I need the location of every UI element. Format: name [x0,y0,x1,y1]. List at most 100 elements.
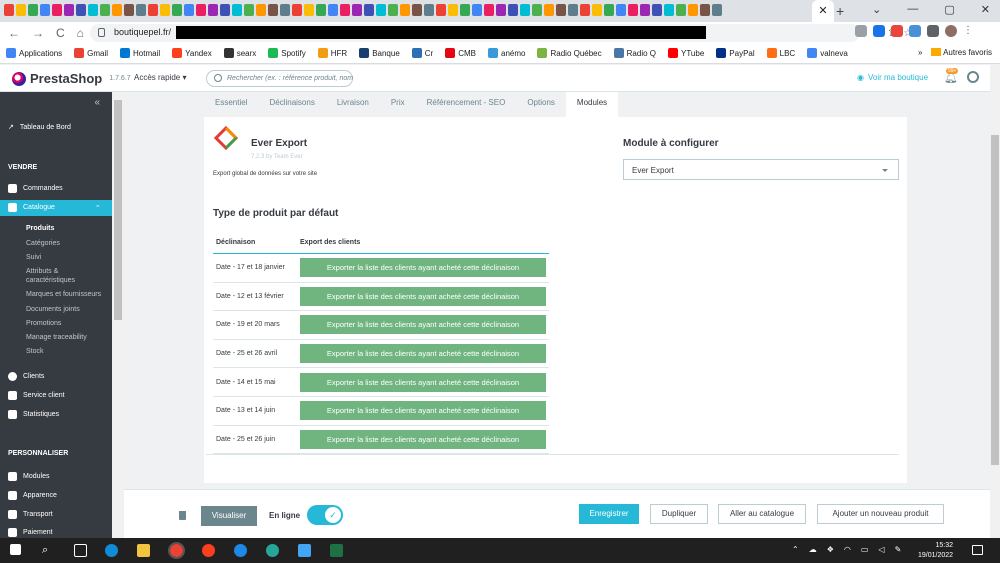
export-customers-button[interactable]: Exporter la liste des clients ayant ache… [300,401,546,421]
tab-favicon-icon[interactable] [208,4,218,16]
export-customers-button[interactable]: Exporter la liste des clients ayant ache… [300,315,546,335]
tab-favicon-icon[interactable] [16,4,26,16]
save-button[interactable]: Enregistrer [579,504,639,524]
tab-favicon-icon[interactable] [652,4,662,16]
user-icon[interactable] [967,71,979,83]
tab-modules[interactable]: Modules [565,92,619,117]
close-window-button[interactable]: ✕ [981,3,990,16]
battery-icon[interactable]: ▭ [861,545,869,554]
tab-favicon-icon[interactable] [232,4,242,16]
tab-favicon-icon[interactable] [196,4,206,16]
tab-favicon-icon[interactable] [712,4,722,16]
sidebar-item-transport[interactable]: Transport [8,510,53,519]
bookmark-item[interactable]: Radio Q [613,48,656,58]
quick-access-dropdown[interactable]: Accès rapide ▾ [134,73,186,82]
sidebar-sub-products[interactable]: Produits [26,225,54,232]
trash-icon[interactable] [179,511,186,520]
url-field[interactable]: boutiquepel.fr/ ⚷ ⌕ ⇪ ☆ [90,24,912,42]
tab-favicon-icon[interactable] [448,4,458,16]
tab-favicon-icon[interactable] [496,4,506,16]
tab-favicon-icon[interactable] [76,4,86,16]
tab-favicon-icon[interactable] [400,4,410,16]
sidebar-item-payment[interactable]: Paiement [8,528,53,537]
tab-favicon-icon[interactable] [304,4,314,16]
tab-favicon-icon[interactable] [616,4,626,16]
chevron-up-icon[interactable]: ⌃ [792,545,799,554]
tab-favicon-icon[interactable] [292,4,302,16]
windows-start-icon[interactable] [10,544,21,555]
extension-icon[interactable] [909,25,921,37]
bookmark-item[interactable]: Radio Québec [537,48,602,58]
yandex-icon[interactable] [202,544,215,557]
export-customers-button[interactable]: Exporter la liste des clients ayant ache… [300,344,546,364]
tab-pricing[interactable]: Prix [380,92,416,117]
page-scrollbar[interactable] [990,65,1000,538]
export-customers-button[interactable]: Exporter la liste des clients ayant ache… [300,286,546,306]
dropbox-icon[interactable]: ❖ [827,545,834,554]
tab-shipping[interactable]: Livraison [326,92,380,117]
extension-icon[interactable] [891,25,903,37]
tab-favicon-icon[interactable] [268,4,278,16]
tab-favicon-icon[interactable] [148,4,158,16]
bookmark-item[interactable]: Hotmail [120,48,160,58]
maximize-button[interactable]: ▢ [944,3,954,16]
volume-icon[interactable]: ◁ [878,545,884,554]
reload-icon[interactable]: C [56,26,65,40]
tab-favicon-icon[interactable] [628,4,638,16]
excel-icon[interactable] [330,544,343,557]
tab-favicon-icon[interactable] [556,4,566,16]
app-icon[interactable] [266,544,279,557]
sidebar-sub-features[interactable]: caractéristiques [26,277,75,284]
sidebar-item-dashboard[interactable]: ↗ Tableau de Bord [8,123,71,132]
tab-favicon-icon[interactable] [160,4,170,16]
tab-favicon-icon[interactable] [364,4,374,16]
tab-favicon-icon[interactable] [640,4,650,16]
extension-icon[interactable] [873,25,885,37]
tab-favicon-icon[interactable] [352,4,362,16]
sidebar-sub-files[interactable]: Documents joints [26,306,80,313]
sidebar-item-service[interactable]: Service client [8,391,65,400]
sidebar-scrollbar[interactable] [112,92,124,538]
scrollbar-thumb[interactable] [991,135,999,465]
tab-favicon-icon[interactable] [124,4,134,16]
scrollbar-thumb[interactable] [114,100,122,320]
tab-favicon-icon[interactable] [112,4,122,16]
tab-favicon-icon[interactable] [4,4,14,16]
bookmark-item[interactable]: Cr [411,48,433,58]
back-icon[interactable]: ← [8,26,20,40]
chrome-icon[interactable] [168,542,185,559]
sidebar-sub-stock[interactable]: Stock [26,348,44,355]
tab-favicon-icon[interactable] [424,4,434,16]
taskbar-clock[interactable]: 15:32 19/01/2022 [918,541,953,561]
tab-favicon-icon[interactable] [244,4,254,16]
bookmark-item[interactable]: Banque [359,48,400,58]
profile-avatar[interactable] [945,25,957,37]
tab-search-icon[interactable]: ⌄ [872,3,881,16]
tab-favicon-icon[interactable] [64,4,74,16]
active-tab-close-button[interactable]: ✕ [812,0,834,22]
tab-options[interactable]: Options [516,92,566,117]
tab-favicon-icon[interactable] [436,4,446,16]
tab-favicon-icon[interactable] [88,4,98,16]
tab-favicon-icon[interactable] [340,4,350,16]
duplicate-button[interactable]: Dupliquer [650,504,708,524]
bookmark-item[interactable]: Spotify [268,48,306,58]
tab-favicon-icon[interactable] [664,4,674,16]
tab-favicon-icon[interactable] [472,4,482,16]
tab-combinations[interactable]: Déclinaisons [258,92,325,117]
tab-favicon-icon[interactable] [376,4,386,16]
tab-favicon-icon[interactable] [316,4,326,16]
prestashop-logo[interactable]: PrestaShop 1.7.6.7 [12,71,131,86]
module-select[interactable]: Ever Export [623,159,899,180]
new-tab-button[interactable]: + [836,3,844,19]
tab-favicon-icon[interactable] [220,4,230,16]
collapse-sidebar-button[interactable]: « [94,97,100,108]
tab-favicon-icon[interactable] [136,4,146,16]
tab-favicon-icon[interactable] [688,4,698,16]
tab-favicon-icon[interactable] [52,4,62,16]
tab-favicon-icon[interactable] [520,4,530,16]
add-new-product-button[interactable]: Ajouter un nouveau produit [817,504,944,524]
view-shop-link[interactable]: ◉ Voir ma boutique [857,73,928,82]
export-customers-button[interactable]: Exporter la liste des clients ayant ache… [300,258,546,278]
go-to-catalog-button[interactable]: Aller au catalogue [718,504,806,524]
